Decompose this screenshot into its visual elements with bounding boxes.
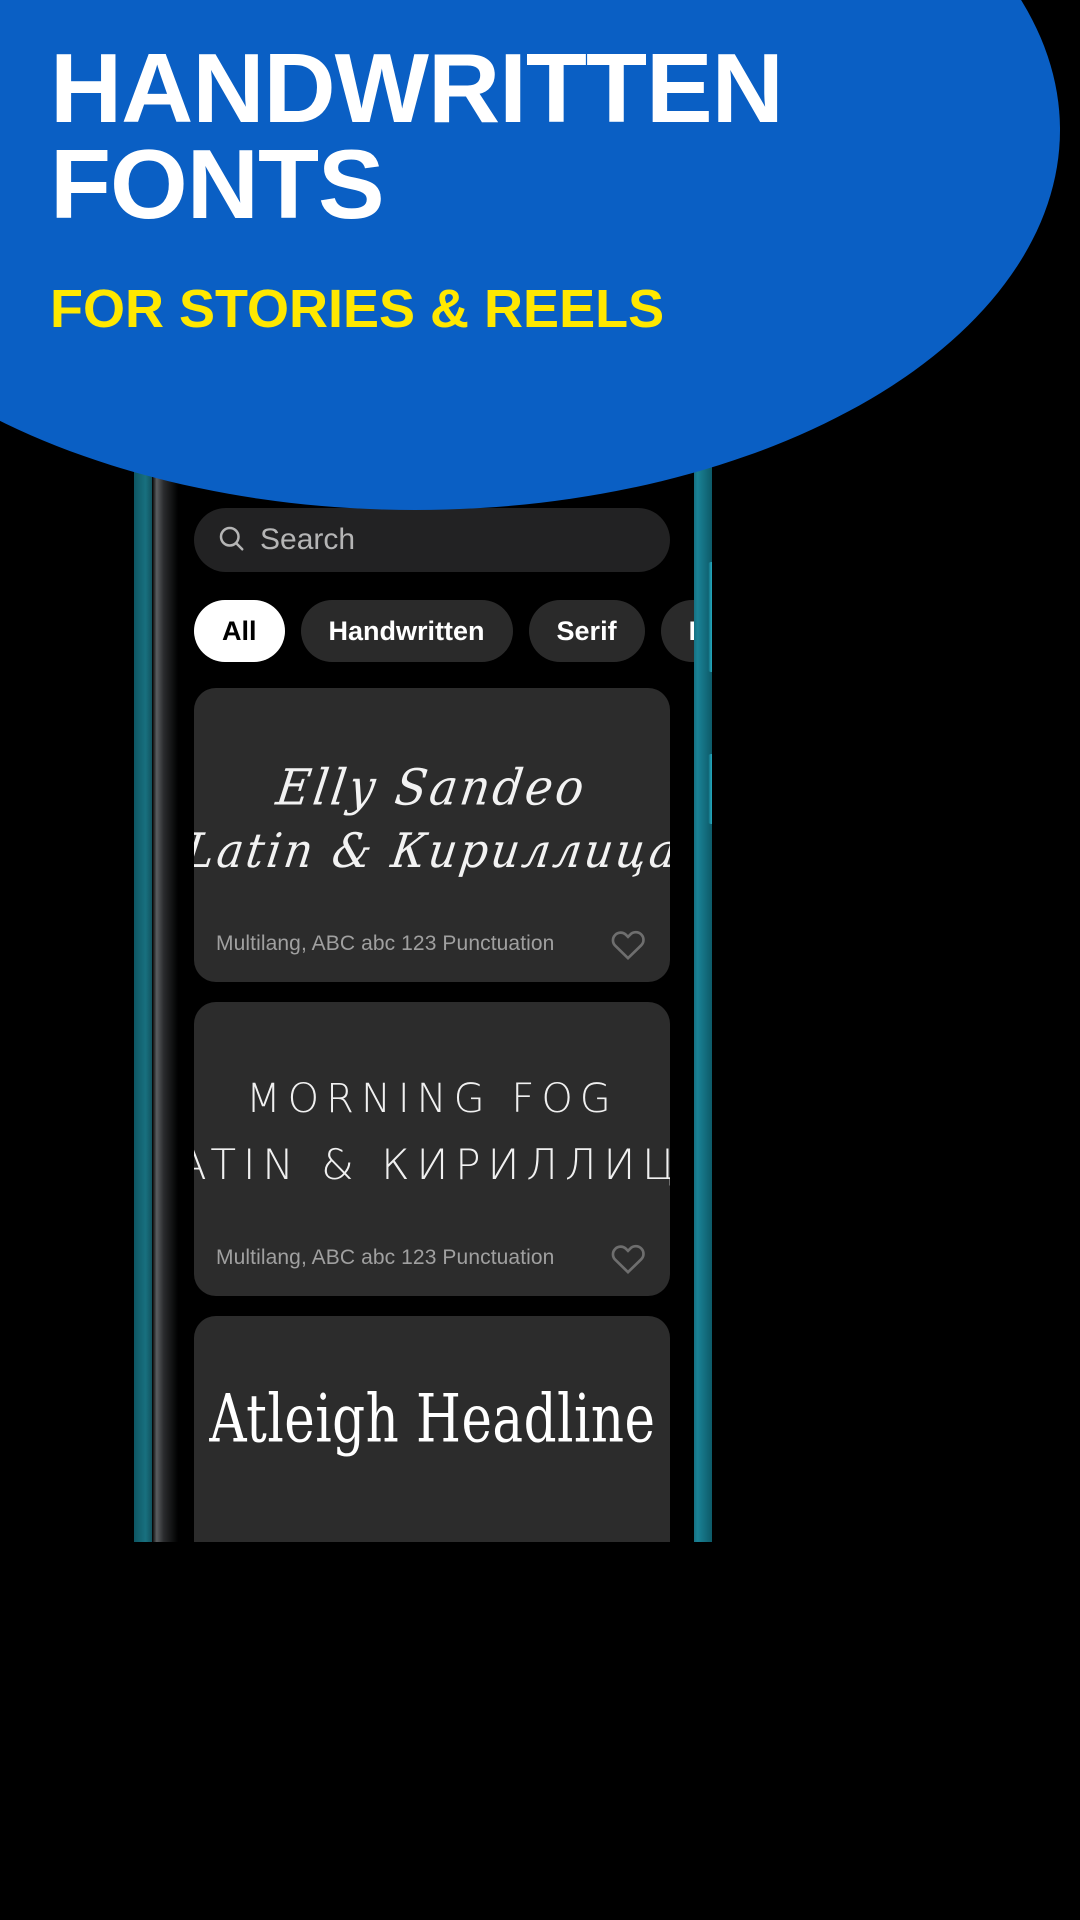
favorite-button[interactable] [608,1238,648,1278]
font-preview-line-1: Atleigh Headline [208,1380,656,1458]
promo-subtitle: FOR STORIES & REELS [50,279,665,340]
font-preview: Elly Sandeo Latin & Кириллица [194,688,670,924]
filter-chip-handwritten[interactable]: Handwritten [300,600,513,662]
favorite-button[interactable] [608,924,648,964]
phone-power-button[interactable] [708,754,712,824]
phone-screen: 87% Calligraphy [152,368,694,1542]
search-input[interactable]: Search [194,508,670,572]
heart-outline-icon [608,930,648,968]
screen-edge-gloss [152,368,178,1542]
filter-chip-serif[interactable]: Serif [528,600,645,662]
font-card-caption: Multilang, ABC abc 123 Punctuation [216,932,555,955]
font-preview-line-1: Elly Sandeo [273,757,591,816]
phone-mockup: 87% Calligraphy [134,362,712,1542]
promo-title-line-1: HANDWRITTEN [50,33,784,143]
font-list[interactable]: Elly Sandeo Latin & Кириллица Multilang,… [194,688,670,1542]
search-placeholder: Search [260,523,356,556]
phone-volume-button[interactable] [708,562,712,672]
font-card[interactable]: Atleigh Headline Multilang, ABC abc 123 … [194,1316,670,1542]
search-icon [216,523,246,558]
font-preview-line-1: MORNING FOG [246,1076,618,1123]
font-card-footer: Multilang, ABC abc 123 Punctuation [194,1238,670,1296]
font-card-footer: Multilang, ABC abc 123 Punctuation [194,1496,670,1542]
font-card[interactable]: Elly Sandeo Latin & Кириллица Multilang,… [194,688,670,982]
promo-title-line-2: FONTS [50,129,385,240]
font-card[interactable]: MORNING FOG LATIN & КИРИЛЛИЦА Multilang,… [194,1002,670,1296]
font-preview: MORNING FOG LATIN & КИРИЛЛИЦА [194,1002,670,1238]
font-card-caption: Multilang, ABC abc 123 Punctuation [216,1246,555,1269]
filter-chip-headline[interactable]: HEADLINE [660,600,694,662]
promo-banner: HANDWRITTEN FONTS FOR STORIES & REELS [0,0,1060,510]
font-preview-line-2: Latin & Кириллица [194,824,670,880]
font-preview: Atleigh Headline [194,1316,670,1496]
filter-chip-all[interactable]: All [194,600,285,662]
filter-chip-row[interactable]: All Handwritten Serif HEADLINE [194,600,694,662]
promo-text-block: HANDWRITTEN FONTS FOR STORIES & REELS [50,39,1030,340]
phone-frame: 87% Calligraphy [134,362,712,1542]
heart-outline-icon [608,1244,648,1282]
font-preview-line-2: LATIN & КИРИЛЛИЦА [194,1140,670,1190]
font-card-footer: Multilang, ABC abc 123 Punctuation [194,924,670,982]
